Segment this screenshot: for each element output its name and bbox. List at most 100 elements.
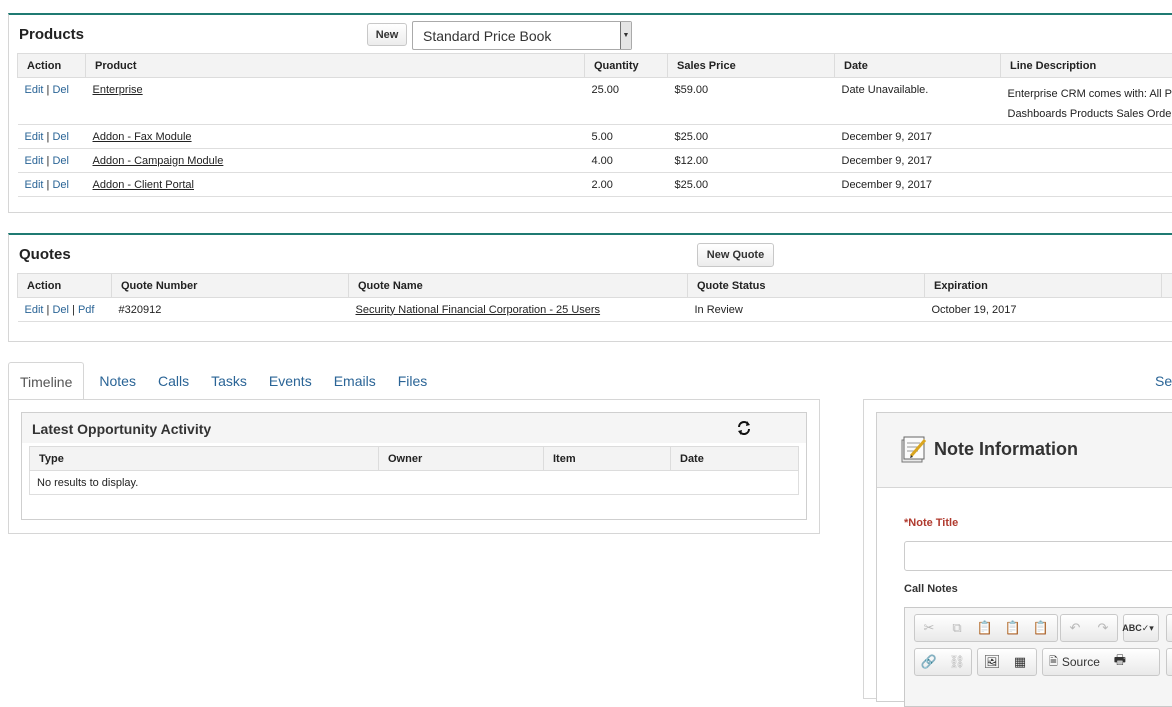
products-table: Action Product Quantity Sales Price Date…	[17, 53, 1172, 197]
table-row: No results to display.	[30, 471, 799, 495]
delete-link[interactable]: Del	[52, 131, 69, 143]
col-quote-number[interactable]: Quote Number	[112, 274, 349, 298]
tab-timeline[interactable]: Timeline	[8, 362, 84, 400]
source-label: Source	[1062, 655, 1100, 669]
pdf-link[interactable]: Pdf	[78, 304, 95, 316]
price-cell: $25.00	[668, 125, 835, 149]
source-icon: 🗎	[1049, 653, 1058, 672]
col-sales-price[interactable]: Sales Price	[668, 54, 835, 78]
col-quantity[interactable]: Quantity	[585, 54, 668, 78]
tab-emails[interactable]: Emails	[323, 362, 387, 400]
price-book-value: Standard Price Book	[423, 28, 551, 44]
tab-events[interactable]: Events	[258, 362, 323, 400]
quantity-cell: 2.00	[585, 173, 668, 197]
col-product[interactable]: Product	[86, 54, 585, 78]
activity-title: Latest Opportunity Activity	[32, 421, 211, 437]
separator: |	[72, 304, 75, 316]
col-action[interactable]: Action	[18, 54, 86, 78]
description-line-2: Dashboards Products Sales Orde	[1008, 104, 1172, 124]
products-panel: Products New Standard Price Book ▼ Actio…	[8, 13, 1172, 213]
activity-table: Type Owner Item Date No results to displ…	[29, 446, 799, 495]
tab-partial-right[interactable]: Se	[1155, 373, 1172, 389]
col-line-description[interactable]: Line Description	[1001, 54, 1172, 78]
col-type[interactable]: Type	[30, 447, 379, 471]
select-arrow-icon: ▼	[620, 22, 631, 49]
tab-calls[interactable]: Calls	[147, 362, 200, 400]
date-cell: December 9, 2017	[835, 125, 1001, 149]
edit-link[interactable]: Edit	[25, 304, 44, 316]
separator: |	[47, 304, 50, 316]
col-expiration[interactable]: Expiration	[925, 274, 1162, 298]
col-item[interactable]: Item	[544, 447, 671, 471]
date-cell: Date Unavailable.	[835, 78, 1001, 125]
edit-link[interactable]: Edit	[25, 155, 44, 167]
description-line-1: Enterprise CRM comes with: All Pr	[1008, 84, 1172, 104]
quote-name-link[interactable]: Security National Financial Corporation …	[356, 304, 601, 316]
table-icon[interactable]: ▦	[1006, 649, 1034, 675]
price-cell: $59.00	[668, 78, 835, 125]
separator: |	[47, 179, 50, 191]
link-icon[interactable]: 🔗	[915, 649, 943, 675]
new-quote-button[interactable]: New Quote	[697, 243, 774, 267]
products-title: Products	[19, 26, 84, 43]
table-row: Edit | Del Enterprise 25.00 $59.00 Date …	[18, 78, 1172, 125]
product-link[interactable]: Addon - Campaign Module	[93, 155, 224, 167]
quantity-cell: 25.00	[585, 78, 668, 125]
outdent-icon[interactable]: ⇤	[1167, 649, 1172, 675]
delete-link[interactable]: Del	[52, 84, 69, 96]
cut-icon[interactable]: ✂	[915, 615, 943, 641]
price-cell: $25.00	[668, 173, 835, 197]
source-button[interactable]: 🗎 Source	[1043, 653, 1106, 672]
edit-link[interactable]: Edit	[25, 84, 44, 96]
col-quote-name[interactable]: Quote Name	[349, 274, 688, 298]
product-link[interactable]: Addon - Client Portal	[93, 179, 195, 191]
delete-link[interactable]: Del	[52, 155, 69, 167]
delete-link[interactable]: Del	[52, 179, 69, 191]
product-link[interactable]: Addon - Fax Module	[93, 131, 192, 143]
edit-link[interactable]: Edit	[25, 179, 44, 191]
redo-icon[interactable]: ↷	[1089, 615, 1117, 641]
undo-icon[interactable]: ↶	[1061, 615, 1089, 641]
unlink-icon[interactable]: ⛓	[943, 649, 971, 675]
quotes-panel: Quotes New Quote Action Quote Number Quo…	[8, 233, 1172, 342]
note-header: Note Information	[877, 413, 1172, 488]
date-cell: December 9, 2017	[835, 173, 1001, 197]
refresh-icon[interactable]	[736, 420, 752, 436]
spellcheck-icon[interactable]: ABC✓▾	[1124, 615, 1152, 641]
image-icon[interactable]: 🖼	[978, 649, 1006, 675]
note-title-input[interactable]	[904, 541, 1172, 571]
edit-link[interactable]: Edit	[25, 131, 44, 143]
col-owner[interactable]: Owner	[379, 447, 544, 471]
quotes-title: Quotes	[19, 246, 71, 263]
paste-word-icon[interactable]: 📋	[1027, 615, 1055, 641]
col-quote-status[interactable]: Quote Status	[688, 274, 925, 298]
paste-text-icon[interactable]: 📋	[999, 615, 1027, 641]
col-date[interactable]: Date	[671, 447, 799, 471]
editor-toolbar: ✂ ⧉ 📋 📋 📋 ↶ ↷ ABC✓▾ 🔗 ⛓ 🖼 ▦	[904, 607, 1172, 707]
paste-icon[interactable]: 📋	[971, 615, 999, 641]
col-date[interactable]: Date	[835, 54, 1001, 78]
price-book-select[interactable]: Standard Price Book ▼	[412, 21, 632, 50]
col-action[interactable]: Action	[18, 274, 112, 298]
note-panel: Note Information *Note Title Call Notes …	[876, 412, 1172, 702]
new-product-button[interactable]: New	[367, 23, 407, 46]
tab-notes[interactable]: Notes	[88, 362, 147, 400]
table-row: Edit | Del | Pdf #320912 Security Nation…	[18, 298, 1172, 322]
separator: |	[47, 84, 50, 96]
description-cell	[1001, 125, 1172, 149]
more-group	[1166, 614, 1172, 642]
delete-link[interactable]: Del	[52, 304, 69, 316]
note-title-heading: Note Information	[934, 439, 1078, 460]
tab-files[interactable]: Files	[387, 362, 439, 400]
link-group: 🔗 ⛓	[914, 648, 972, 676]
print-icon[interactable]: 🖶	[1106, 649, 1134, 675]
separator: |	[47, 155, 50, 167]
quotes-table: Action Quote Number Quote Name Quote Sta…	[17, 273, 1172, 322]
insert-group: 🖼 ▦	[977, 648, 1037, 676]
tab-tasks[interactable]: Tasks	[200, 362, 258, 400]
undo-group: ↶ ↷	[1060, 614, 1118, 642]
product-link[interactable]: Enterprise	[93, 84, 143, 96]
quote-number-cell: #320912	[112, 298, 349, 322]
copy-icon[interactable]: ⧉	[943, 615, 971, 641]
note-icon	[899, 434, 929, 464]
